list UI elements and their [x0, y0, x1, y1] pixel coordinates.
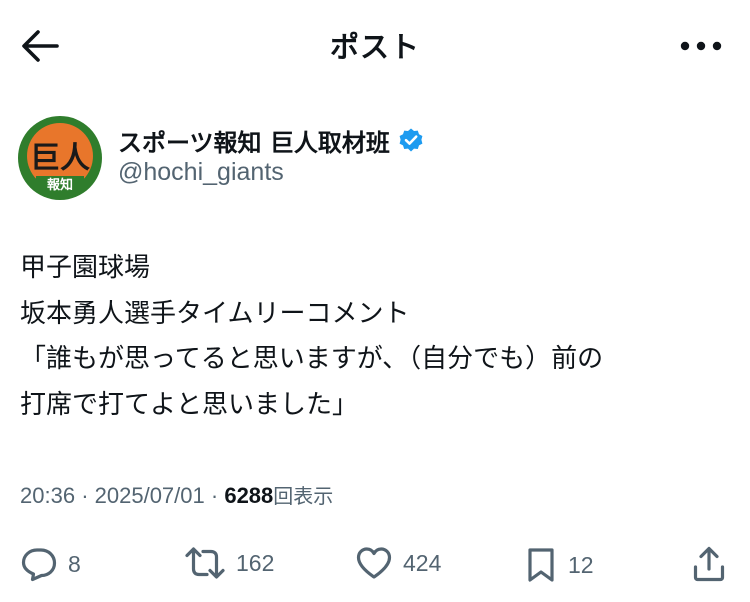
- more-horizontal-icon: [680, 41, 722, 51]
- share-icon: [693, 546, 725, 582]
- views-count[interactable]: 6288: [224, 483, 273, 508]
- tweet-time[interactable]: 20:36: [20, 483, 75, 508]
- verified-badge-icon[interactable]: [398, 127, 424, 153]
- retweet-button[interactable]: 162: [184, 546, 274, 580]
- views-label: 回表示: [273, 484, 334, 508]
- like-count: 424: [403, 549, 442, 576]
- user-handle[interactable]: @hochi_giants: [118, 158, 424, 187]
- tweet-meta: 20:36 · 2025/07/01 · 6288回表示: [20, 480, 333, 509]
- retweet-icon: [185, 547, 225, 579]
- tweet-line: 坂本勇人選手タイムリーコメント: [20, 298, 410, 329]
- share-button[interactable]: [692, 546, 726, 582]
- bookmark-count: 12: [568, 551, 594, 578]
- tweet-line: 「誰もが思ってると思いますが、（自分でも）前の: [20, 344, 604, 374]
- reply-icon: [21, 548, 57, 582]
- meta-separator: ·: [81, 483, 89, 508]
- meta-separator: ·: [210, 483, 219, 508]
- retweet-count: 162: [236, 549, 275, 576]
- heart-icon: [356, 547, 392, 579]
- more-options-button[interactable]: [678, 30, 724, 62]
- avatar-logo-subtext: 報知: [47, 177, 73, 193]
- author-info: スポーツ報知 巨人取材班 @hochi_giants: [118, 122, 424, 187]
- page-title: ポスト: [329, 30, 420, 64]
- tweet-text: 甲子園球場 坂本勇人選手タイムリーコメント 「誰もが思ってると思いますが、（自分…: [20, 246, 730, 428]
- tweet-line: 打席で打てよと思いました」: [20, 389, 359, 420]
- bookmark-button[interactable]: 12: [524, 546, 594, 584]
- top-bar: ポスト: [0, 0, 750, 92]
- tweet-date[interactable]: 2025/07/01: [95, 483, 205, 508]
- reply-count: 8: [68, 550, 81, 577]
- avatar[interactable]: 巨人 報知: [18, 116, 102, 200]
- like-button[interactable]: 424: [355, 546, 441, 580]
- tweet-line: 甲子園球場: [20, 253, 151, 283]
- reply-button[interactable]: 8: [20, 546, 81, 582]
- display-name[interactable]: スポーツ報知 巨人取材班: [118, 123, 390, 158]
- action-bar: 8 162 424 12: [0, 540, 750, 590]
- bookmark-icon: [528, 548, 554, 582]
- avatar-logo-text: 巨人: [30, 141, 90, 176]
